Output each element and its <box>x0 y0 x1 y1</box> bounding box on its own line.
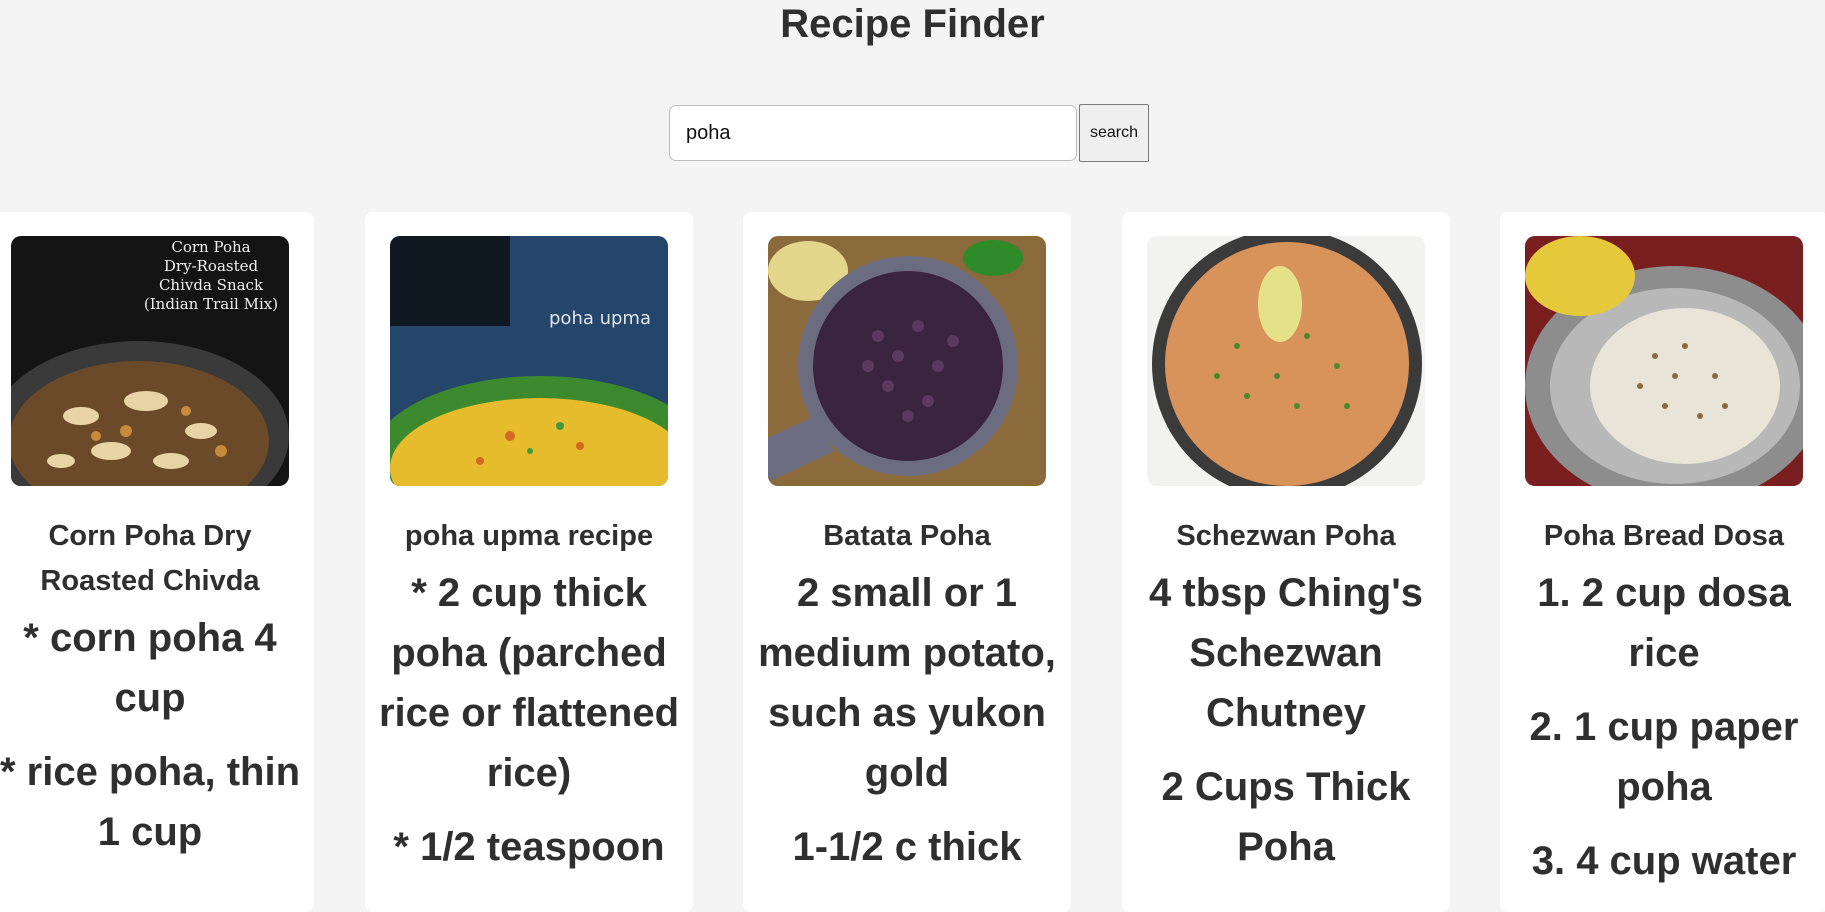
ingredient-item: * rice poha, thin 1 cup <box>0 750 301 854</box>
recipe-title: poha upma recipe <box>404 520 654 552</box>
image-caption: Dry-Roasted <box>164 257 259 275</box>
recipe-card[interactable]: Poha Bread Dosa 1. 2 cup dosa rice 2. 1 … <box>1500 212 1825 912</box>
ingredient-item: 2 small or 1 medium potato, such as yuko… <box>758 571 1056 795</box>
ingredient-item: * 2 cup thick poha (parched rice or flat… <box>378 571 680 795</box>
recipe-title: Schezwan Poha <box>1176 520 1396 552</box>
ingredient-item: * corn poha 4 cup <box>23 616 277 720</box>
image-caption: Corn Poha <box>171 238 250 256</box>
search-input[interactable] <box>669 105 1077 161</box>
ingredient-item: 1-1/2 c thick <box>792 825 1022 869</box>
search-form: search <box>669 104 1149 162</box>
recipe-card[interactable]: Corn Poha Dry-Roasted Chivda Snack (Indi… <box>0 212 314 912</box>
recipe-title: Poha Bread Dosa <box>1543 520 1785 552</box>
ingredient-item: * 1/2 teaspoon <box>393 825 665 869</box>
ingredient-item: 2. 1 cup paper poha <box>1529 705 1799 809</box>
ingredient-item: 2 Cups Thick Poha <box>1161 765 1411 869</box>
page-title: Recipe Finder <box>780 2 1045 46</box>
corn-poha-chivda-image: Corn Poha Dry-Roasted Chivda Snack (Indi… <box>11 236 289 486</box>
recipe-title: Corn Poha Dry Roasted Chivda <box>40 520 260 597</box>
image-caption: (Indian Trail Mix) <box>144 295 278 313</box>
ingredient-item: 4 tbsp Ching's Schezwan Chutney <box>1149 571 1423 735</box>
recipe-card[interactable]: Batata Poha 2 small or 1 medium potato, … <box>743 212 1071 912</box>
recipe-title: Batata Poha <box>823 520 991 552</box>
schezwan-poha-image <box>1147 236 1425 486</box>
search-button[interactable]: search <box>1079 104 1149 162</box>
image-caption: Chivda Snack <box>159 276 264 294</box>
ingredient-item: 3. 4 cup water <box>1531 839 1797 883</box>
batata-poha-image <box>768 236 1046 486</box>
poha-upma-image: poha upma <box>390 236 668 486</box>
ingredient-item: 1. 2 cup dosa rice <box>1537 571 1791 675</box>
recipe-card[interactable]: poha upma poha upma recipe * 2 cup thick… <box>365 212 693 912</box>
recipe-card[interactable]: Schezwan Poha 4 tbsp Ching's Schezwan Ch… <box>1122 212 1450 912</box>
poha-bread-dosa-image <box>1525 236 1803 486</box>
image-caption: poha upma <box>549 308 651 329</box>
